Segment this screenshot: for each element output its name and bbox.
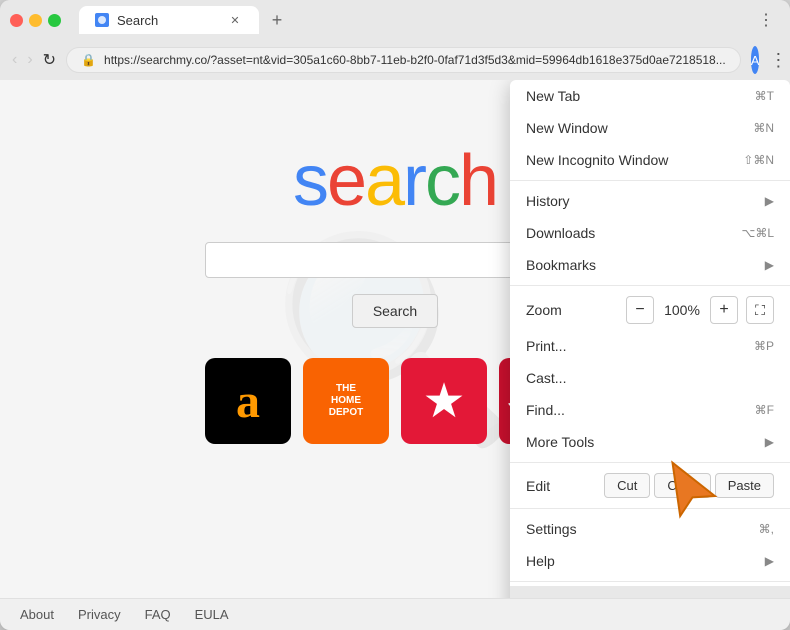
url-bar[interactable]: 🔒 https://searchmy.co/?asset=nt&vid=305a…: [66, 47, 741, 73]
menu-downloads[interactable]: Downloads ⌥⌘L: [510, 217, 790, 249]
active-tab[interactable]: Search ✕: [79, 6, 259, 34]
menu-find[interactable]: Find... ⌘F: [510, 394, 790, 426]
minimize-button[interactable]: [29, 14, 42, 27]
tab-close-button[interactable]: ✕: [227, 12, 243, 28]
menu-print[interactable]: Print... ⌘P: [510, 330, 790, 362]
back-button[interactable]: ‹: [12, 46, 17, 74]
maximize-button[interactable]: [48, 14, 61, 27]
tab-bar: Search ✕ +: [79, 6, 744, 34]
title-bar: Search ✕ + ⋮: [0, 0, 790, 40]
managed-icon: 🏢: [526, 596, 546, 598]
edit-label: Edit: [526, 478, 604, 494]
menu-divider-5: [510, 581, 790, 582]
profile-button[interactable]: A: [751, 46, 760, 74]
zoom-in-button[interactable]: +: [710, 296, 738, 324]
arrow-pointer: [650, 453, 730, 538]
footer: About Privacy FAQ EULA: [0, 598, 790, 630]
forward-button[interactable]: ›: [27, 46, 32, 74]
tab-title: Search: [117, 13, 158, 28]
menu-zoom-row: Zoom − 100% + ⛶: [510, 290, 790, 330]
zoom-expand-button[interactable]: ⛶: [746, 296, 774, 324]
url-text: https://searchmy.co/?asset=nt&vid=305a1c…: [104, 53, 726, 67]
menu-bookmarks[interactable]: Bookmarks ▶: [510, 249, 790, 281]
page-content: 🔍 search Search a THEHOMEDEPOT ★: [0, 80, 790, 598]
menu-divider-1: [510, 180, 790, 181]
address-bar: ‹ › ↻ 🔒 https://searchmy.co/?asset=nt&vi…: [0, 40, 790, 80]
footer-eula[interactable]: EULA: [195, 607, 229, 622]
menu-cast[interactable]: Cast...: [510, 362, 790, 394]
zoom-label: Zoom: [526, 302, 626, 318]
menu-new-tab[interactable]: New Tab ⌘T: [510, 80, 790, 112]
close-button[interactable]: [10, 14, 23, 27]
browser-window: Search ✕ + ⋮ ‹ › ↻ 🔒 https://searchmy.co…: [0, 0, 790, 630]
footer-about[interactable]: About: [20, 607, 54, 622]
menu-new-incognito[interactable]: New Incognito Window ⇧⌘N: [510, 144, 790, 176]
zoom-controls: − 100% + ⛶: [626, 296, 774, 324]
menu-help[interactable]: Help ▶: [510, 545, 790, 577]
chrome-menu-button[interactable]: ⋮: [769, 46, 787, 74]
browser-menu-button[interactable]: ⋮: [752, 6, 780, 34]
cut-button[interactable]: Cut: [604, 473, 650, 498]
footer-privacy[interactable]: Privacy: [78, 607, 121, 622]
menu-managed[interactable]: 🏢 Managed by your organisation: [510, 586, 790, 598]
menu-history[interactable]: History ▶: [510, 185, 790, 217]
tab-favicon: [95, 13, 109, 27]
zoom-out-button[interactable]: −: [626, 296, 654, 324]
menu-divider-2: [510, 285, 790, 286]
zoom-value: 100%: [662, 302, 702, 318]
footer-faq[interactable]: FAQ: [145, 607, 171, 622]
new-tab-button[interactable]: +: [263, 6, 291, 34]
lock-icon: 🔒: [81, 53, 96, 67]
menu-new-window[interactable]: New Window ⌘N: [510, 112, 790, 144]
reload-button[interactable]: ↻: [43, 46, 56, 74]
traffic-lights: [10, 14, 61, 27]
